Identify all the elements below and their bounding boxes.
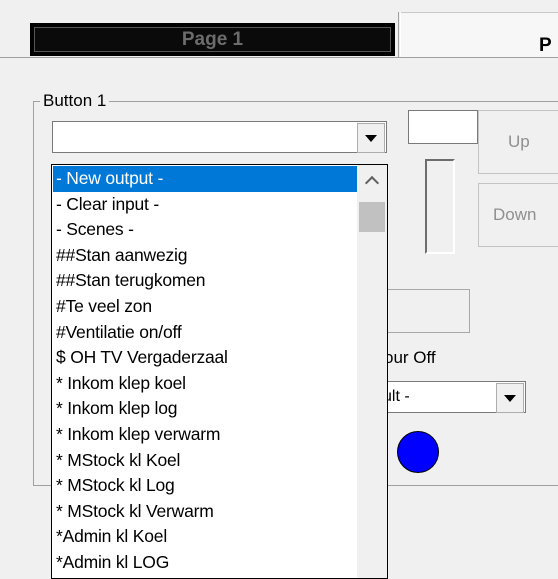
tab-divider bbox=[398, 12, 399, 57]
dropdown-item[interactable]: ##Stan terugkomen bbox=[53, 268, 358, 294]
level-indicator bbox=[425, 159, 455, 254]
dropdown-item[interactable]: #Te veel zon bbox=[53, 294, 358, 320]
group-border-left bbox=[33, 101, 34, 485]
colour-off-label: our Off bbox=[384, 348, 436, 367]
tab-page-1[interactable]: Page 1 bbox=[30, 23, 395, 56]
dropdown-item[interactable]: - Scenes - bbox=[53, 217, 358, 243]
dropdown-item[interactable]: * MStock kl Verwarm bbox=[53, 499, 358, 525]
dropdown-item[interactable]: - Clear input - bbox=[53, 192, 358, 218]
dropdown-scrollbar[interactable] bbox=[357, 165, 387, 578]
group-border-top bbox=[33, 101, 558, 102]
output-combo-arrow-button[interactable] bbox=[357, 123, 385, 153]
value-input[interactable] bbox=[408, 110, 478, 144]
dropdown-item[interactable]: - New output - bbox=[53, 166, 358, 192]
colour-combo-arrow-button[interactable] bbox=[496, 383, 524, 413]
up-button[interactable]: Up bbox=[478, 110, 558, 174]
dropdown-item[interactable]: * Inkom klep log bbox=[53, 396, 358, 422]
scroll-up-button[interactable] bbox=[357, 165, 387, 195]
dropdown-item[interactable]: * MStock kl Log bbox=[53, 473, 358, 499]
tab-page-2-label: P bbox=[539, 35, 552, 56]
chevron-down-icon bbox=[365, 134, 377, 142]
chevron-up-icon bbox=[364, 175, 380, 190]
dropdown-item[interactable]: *Admin kl Koel bbox=[53, 524, 358, 550]
down-button[interactable]: Down bbox=[478, 183, 558, 247]
tab-page-1-label: Page 1 bbox=[34, 27, 391, 52]
colour-combo[interactable]: ult - bbox=[376, 381, 526, 413]
output-combo[interactable] bbox=[52, 121, 387, 153]
dropdown-item[interactable]: $ OH TV Vergaderzaal bbox=[53, 345, 358, 371]
tab-strip-border bbox=[0, 57, 558, 58]
dropdown-item[interactable]: #Ventilatie on/off bbox=[53, 320, 358, 346]
scrollbar-thumb[interactable] bbox=[359, 202, 385, 232]
tab-page-2[interactable]: P bbox=[401, 12, 558, 57]
dropdown-items: - New output -- Clear input -- Scenes - #… bbox=[53, 166, 358, 576]
dropdown-item[interactable]: * Inkom klep verwarm bbox=[53, 422, 358, 448]
dropdown-item[interactable]: * Inkom klep koel bbox=[53, 371, 358, 397]
dropdown-item[interactable]: ##Stan aanwezig bbox=[53, 243, 358, 269]
dropdown-item[interactable]: *Admin kl LOG bbox=[53, 550, 358, 576]
chevron-down-icon bbox=[504, 394, 516, 402]
dropdown-item[interactable]: * MStock kl Koel bbox=[53, 448, 358, 474]
output-dropdown-list[interactable]: - New output -- Clear input -- Scenes - #… bbox=[51, 164, 388, 579]
group-label: Button 1 bbox=[40, 91, 110, 111]
action-button[interactable] bbox=[380, 289, 470, 333]
colour-preview-circle[interactable] bbox=[397, 431, 439, 473]
